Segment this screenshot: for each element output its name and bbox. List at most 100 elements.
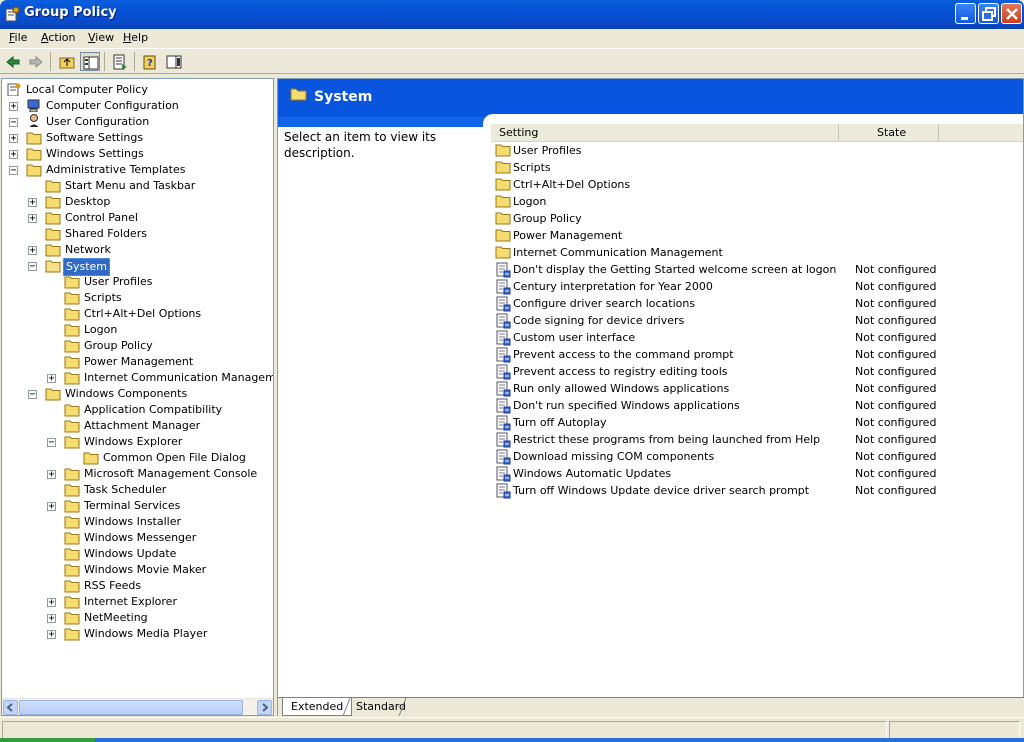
policy-scroll-icon (7, 83, 21, 96)
action-pane-icon (166, 55, 182, 69)
list-item-folder[interactable]: Logon (491, 193, 1023, 210)
banner-band (278, 79, 1023, 117)
show-hide-console-tree-button[interactable] (80, 52, 100, 71)
scroll-left-button[interactable] (3, 700, 18, 715)
title-bar[interactable]: Group Policy (0, 0, 1024, 29)
list-item-setting[interactable]: Turn off Windows Update device driver se… (491, 482, 1023, 499)
list-item-folder[interactable]: Internet Communication Management (491, 244, 1023, 261)
tree-label: Windows Messenger (84, 531, 197, 544)
list-item-setting[interactable]: Windows Automatic Updates Not configured (491, 465, 1023, 482)
forward-button[interactable] (26, 52, 46, 71)
column-header-setting[interactable]: Setting (491, 124, 839, 142)
expand-toggle[interactable]: + (47, 374, 56, 384)
list-item-setting[interactable]: Configure driver search locations Not co… (491, 295, 1023, 312)
expand-toggle[interactable]: + (47, 470, 56, 480)
tree-label: Microsoft Management Console (84, 467, 258, 480)
policy-setting-icon (495, 483, 511, 504)
tree-label: Common Open File Dialog (103, 451, 246, 464)
menu-bar: File Action View Help (0, 29, 1024, 48)
console-tree-pane: Local Computer Policy + Computer Configu… (1, 78, 274, 716)
folder-icon (64, 291, 80, 305)
taskbar-edge (0, 738, 1024, 742)
close-button[interactable] (1001, 3, 1022, 24)
list-item-setting[interactable]: Don't display the Getting Started welcom… (491, 261, 1023, 278)
setting-state: Not configured (855, 467, 937, 480)
details-header-banner: System (278, 79, 1023, 128)
setting-state: Not configured (855, 484, 937, 497)
list-item-setting[interactable]: Download missing COM components Not conf… (491, 448, 1023, 465)
menu-view[interactable]: View (84, 30, 118, 45)
expand-toggle[interactable]: + (47, 598, 56, 608)
list-item-setting[interactable]: Don't run specified Windows applications… (491, 397, 1023, 414)
list-item-setting[interactable]: Century interpretation for Year 2000 Not… (491, 278, 1023, 295)
console-tree: Local Computer Policy + Computer Configu… (2, 79, 273, 697)
collapse-toggle[interactable]: − (28, 390, 37, 400)
setting-name: Restrict these programs from being launc… (513, 433, 821, 446)
folder-icon (45, 259, 61, 273)
expand-toggle[interactable]: + (28, 198, 37, 208)
setting-name: Custom user interface (513, 331, 636, 344)
setting-name: Don't run specified Windows applications (513, 399, 740, 412)
setting-state: Not configured (855, 263, 937, 276)
setting-name: Prevent access to the command prompt (513, 348, 734, 361)
collapse-toggle[interactable]: − (28, 262, 37, 272)
minimize-button[interactable] (955, 3, 976, 24)
collapse-toggle[interactable]: − (47, 438, 56, 448)
folder-icon (26, 147, 42, 161)
list-item-folder[interactable]: User Profiles (491, 142, 1023, 159)
list-item-label: Internet Communication Management (513, 246, 723, 259)
list-item-setting[interactable]: Restrict these programs from being launc… (491, 431, 1023, 448)
list-item-folder[interactable]: Scripts (491, 159, 1023, 176)
folder-icon (64, 579, 80, 593)
tree-label: Windows Explorer (84, 435, 183, 448)
folder-icon (64, 483, 80, 497)
collapse-toggle[interactable]: − (9, 166, 18, 176)
setting-name: Turn off Autoplay (513, 416, 607, 429)
back-button[interactable] (3, 52, 23, 71)
list-item-setting[interactable]: Prevent access to the command prompt Not… (491, 346, 1023, 363)
folder-icon (64, 563, 80, 577)
expand-toggle[interactable]: + (47, 502, 56, 512)
expand-toggle[interactable]: + (9, 150, 18, 160)
list-item-setting[interactable]: Run only allowed Windows applications No… (491, 380, 1023, 397)
collapse-toggle[interactable]: − (9, 118, 18, 128)
folder-icon (64, 611, 80, 625)
column-header-state[interactable]: State (839, 124, 939, 142)
list-item-setting[interactable]: Prevent access to registry editing tools… (491, 363, 1023, 380)
setting-state: Not configured (855, 365, 937, 378)
list-item-setting[interactable]: Turn off Autoplay Not configured (491, 414, 1023, 431)
setting-state: Not configured (855, 348, 937, 361)
list-item-folder[interactable]: Group Policy (491, 210, 1023, 227)
scroll-right-button[interactable] (257, 700, 272, 715)
menu-file[interactable]: File (5, 30, 31, 45)
menu-help[interactable]: Help (119, 30, 152, 45)
folder-icon (64, 435, 80, 449)
menu-action-label: ction (48, 31, 76, 44)
expand-toggle[interactable]: + (28, 246, 37, 256)
list-item-setting[interactable]: Custom user interface Not configured (491, 329, 1023, 346)
export-list-button[interactable] (110, 52, 130, 71)
tree-label: Software Settings (46, 131, 144, 144)
folder-icon (64, 467, 80, 481)
list-item-setting[interactable]: Code signing for device drivers Not conf… (491, 312, 1023, 329)
tree-label: Task Scheduler (84, 483, 167, 496)
expand-toggle[interactable]: + (9, 134, 18, 144)
tree-label: Terminal Services (84, 499, 181, 512)
expand-toggle[interactable]: + (9, 102, 18, 112)
tree-label: Windows Installer (84, 515, 182, 528)
show-hide-action-pane-button[interactable] (164, 52, 184, 71)
folder-icon (64, 595, 80, 609)
expand-toggle[interactable]: + (47, 630, 56, 640)
scroll-thumb[interactable] (19, 700, 243, 715)
tree-label: NetMeeting (84, 611, 148, 624)
tree-horizontal-scrollbar[interactable] (2, 698, 273, 715)
menu-action[interactable]: Action (37, 30, 79, 45)
list-item-folder[interactable]: Ctrl+Alt+Del Options (491, 176, 1023, 193)
expand-toggle[interactable]: + (47, 614, 56, 624)
up-one-level-button[interactable] (57, 52, 77, 71)
expand-toggle[interactable]: + (28, 214, 37, 224)
menu-view-label: iew (95, 31, 115, 44)
list-item-folder[interactable]: Power Management (491, 227, 1023, 244)
help-button[interactable]: ? (140, 52, 160, 71)
restore-button[interactable] (978, 3, 999, 24)
